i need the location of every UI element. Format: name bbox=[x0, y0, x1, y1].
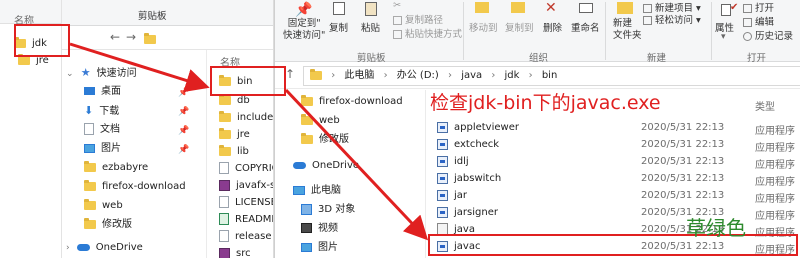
arrow-bin-to-javac bbox=[284, 88, 429, 241]
annotation-heading: 检查jdk-bin下的javac.exe bbox=[430, 92, 661, 114]
arrow-jdk-to-bin bbox=[69, 42, 210, 93]
annotation-stamp: 草绿色 bbox=[686, 216, 746, 240]
annotation-arrows bbox=[69, 42, 429, 241]
